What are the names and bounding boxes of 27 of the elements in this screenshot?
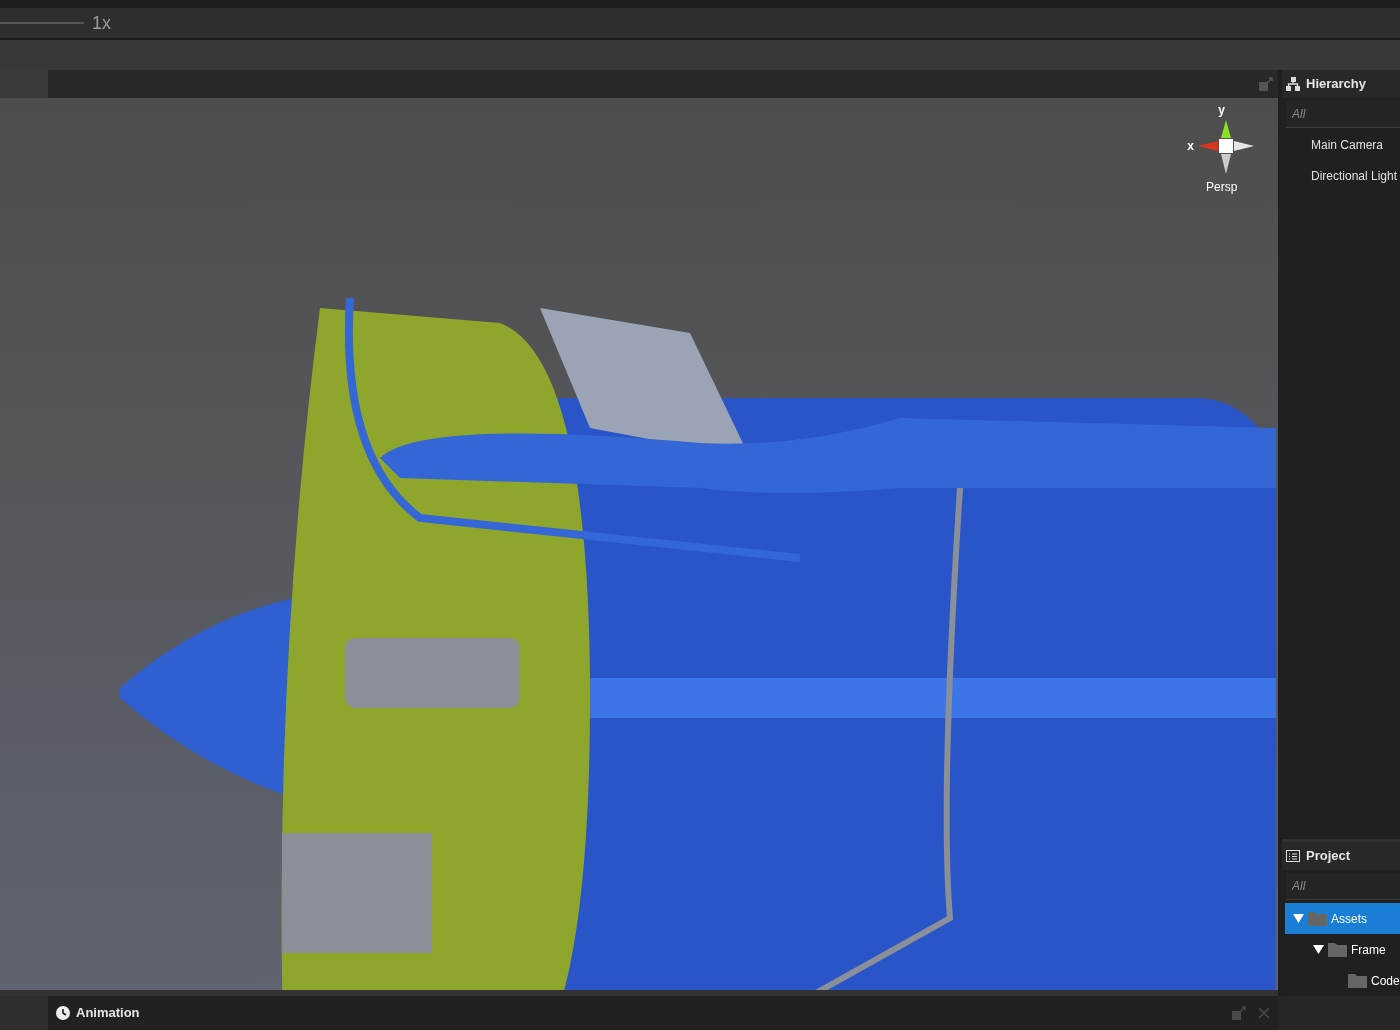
- hierarchy-icon: [1286, 77, 1300, 91]
- tree-item[interactable]: Frame: [1285, 934, 1400, 965]
- projection-label[interactable]: Persp: [1205, 177, 1238, 196]
- maximize-icon[interactable]: [1232, 1006, 1246, 1020]
- hierarchy-item[interactable]: Main Camera: [1282, 130, 1400, 161]
- expanded-arrow-icon[interactable]: [1313, 944, 1324, 955]
- maximize-icon[interactable]: [1259, 76, 1273, 91]
- hierarchy-item[interactable]: Directional Light: [1282, 161, 1400, 192]
- folder-icon: [1328, 942, 1347, 957]
- list-icon: [1286, 850, 1300, 862]
- axis-label: y: [1218, 103, 1225, 116]
- search-field[interactable]: All: [1286, 873, 1400, 900]
- panel-title: Hierarchy: [1306, 75, 1366, 94]
- folder-icon: [1308, 911, 1327, 926]
- close-icon[interactable]: [1258, 1007, 1270, 1019]
- tree-item[interactable]: Assets: [1285, 903, 1400, 934]
- project-header[interactable]: Project: [1282, 842, 1400, 870]
- axis-label: x: [1187, 137, 1194, 155]
- folder-icon: [1348, 973, 1367, 988]
- search-field[interactable]: All: [1286, 101, 1400, 128]
- animation-tab[interactable]: Animation: [48, 996, 1278, 1030]
- panel-title: Project: [1306, 847, 1351, 866]
- tree-item[interactable]: Code: [1285, 965, 1400, 996]
- hierarchy-header[interactable]: Hierarchy: [1282, 70, 1400, 98]
- speed-label: 1x: [92, 11, 111, 35]
- clock-icon: [56, 1006, 70, 1020]
- scene-viewport[interactable]: y x Persp: [0, 97, 1278, 990]
